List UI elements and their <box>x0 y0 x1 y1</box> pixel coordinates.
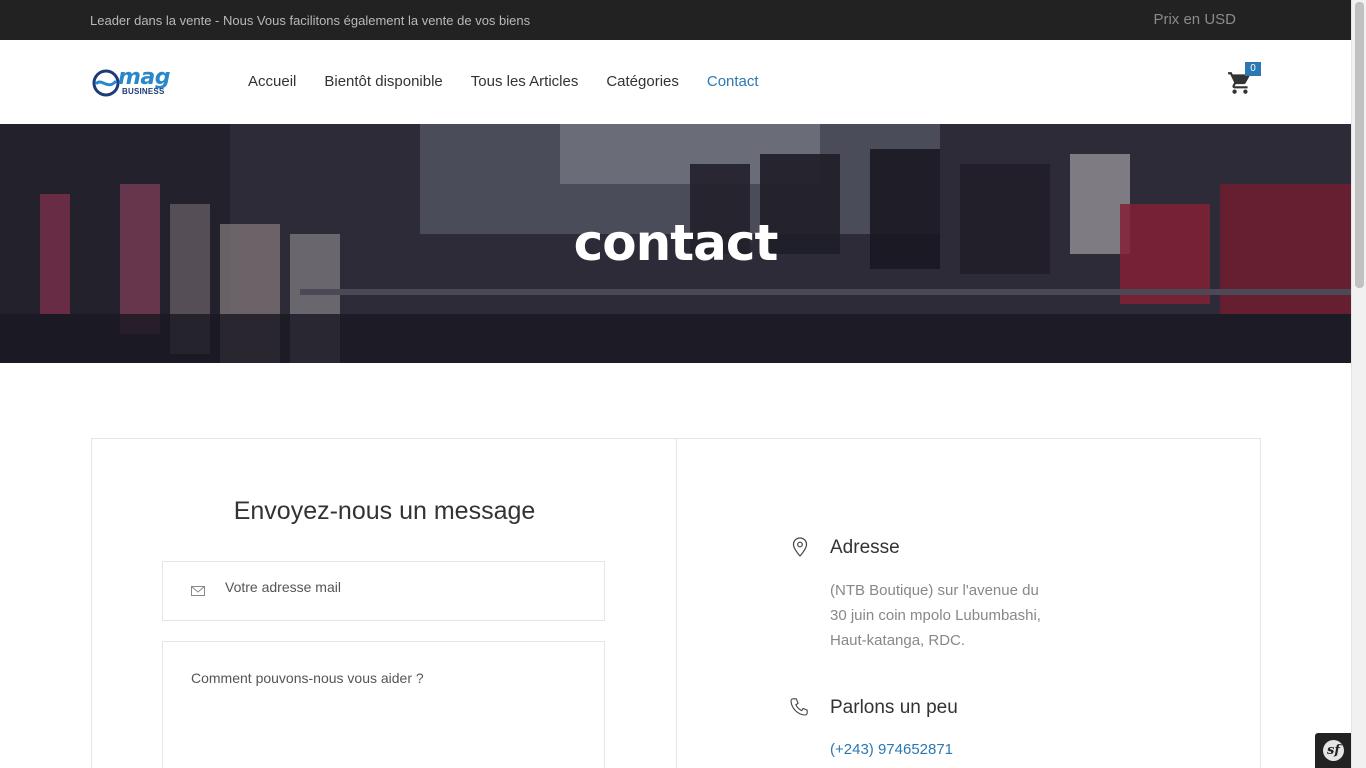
address-line: (NTB Boutique) sur l'avenue du <box>830 582 1039 599</box>
nav-categories[interactable]: Catégories <box>606 73 679 90</box>
contact-section: Envoyez-nous un message Votre adresse ma… <box>91 438 1261 768</box>
cart-count-badge: 0 <box>1245 62 1261 76</box>
contact-form: Envoyez-nous un message Votre adresse ma… <box>92 439 677 768</box>
form-title: Envoyez-nous un message <box>233 497 536 525</box>
nav-tous-les-articles[interactable]: Tous les Articles <box>471 73 579 90</box>
address-title: Adresse <box>830 537 900 558</box>
phone-number-link[interactable]: (+243) 974652871 <box>830 741 953 758</box>
hero-banner: contact <box>0 124 1351 363</box>
page-title: contact <box>573 214 779 272</box>
debug-toolbar-toggle[interactable]: sf <box>1315 733 1351 768</box>
address-line: 30 juin coin mpolo Lubumbashi, <box>830 607 1041 624</box>
main-nav: Accueil Bientôt disponible Tous les Arti… <box>248 73 787 90</box>
symfony-icon: sf <box>1323 740 1344 761</box>
email-placeholder: Votre adresse mail <box>225 579 341 595</box>
nav-bientot-disponible[interactable]: Bientôt disponible <box>324 73 442 90</box>
address-text: (NTB Boutique) sur l'avenue du 30 juin c… <box>830 578 1080 653</box>
nav-accueil[interactable]: Accueil <box>248 73 296 90</box>
logo[interactable]: mag BUSINESS <box>92 65 178 99</box>
scrollbar-thumb[interactable] <box>1355 2 1364 288</box>
map-pin-icon <box>792 537 808 557</box>
email-field[interactable]: Votre adresse mail <box>162 561 605 621</box>
price-currency-label[interactable]: Prix en USD <box>1153 11 1236 28</box>
header: mag BUSINESS Accueil Bientôt disponible … <box>0 40 1351 124</box>
address-line: Haut-katanga, RDC. <box>830 632 966 649</box>
logo-subtext: BUSINESS <box>122 87 165 96</box>
top-bar: Leader dans la vente - Nous Vous facilit… <box>0 0 1351 40</box>
nav-contact[interactable]: Contact <box>707 73 759 90</box>
page-scrollbar[interactable] <box>1351 0 1366 768</box>
mail-icon <box>191 586 205 596</box>
message-placeholder: Comment pouvons-nous vous aider ? <box>191 670 424 686</box>
phone-icon <box>790 698 808 716</box>
message-textarea[interactable]: Comment pouvons-nous vous aider ? <box>162 641 605 768</box>
tagline: Leader dans la vente - Nous Vous facilit… <box>90 13 531 28</box>
phone-title: Parlons un peu <box>830 697 958 718</box>
logo-swirl-icon <box>92 69 120 97</box>
